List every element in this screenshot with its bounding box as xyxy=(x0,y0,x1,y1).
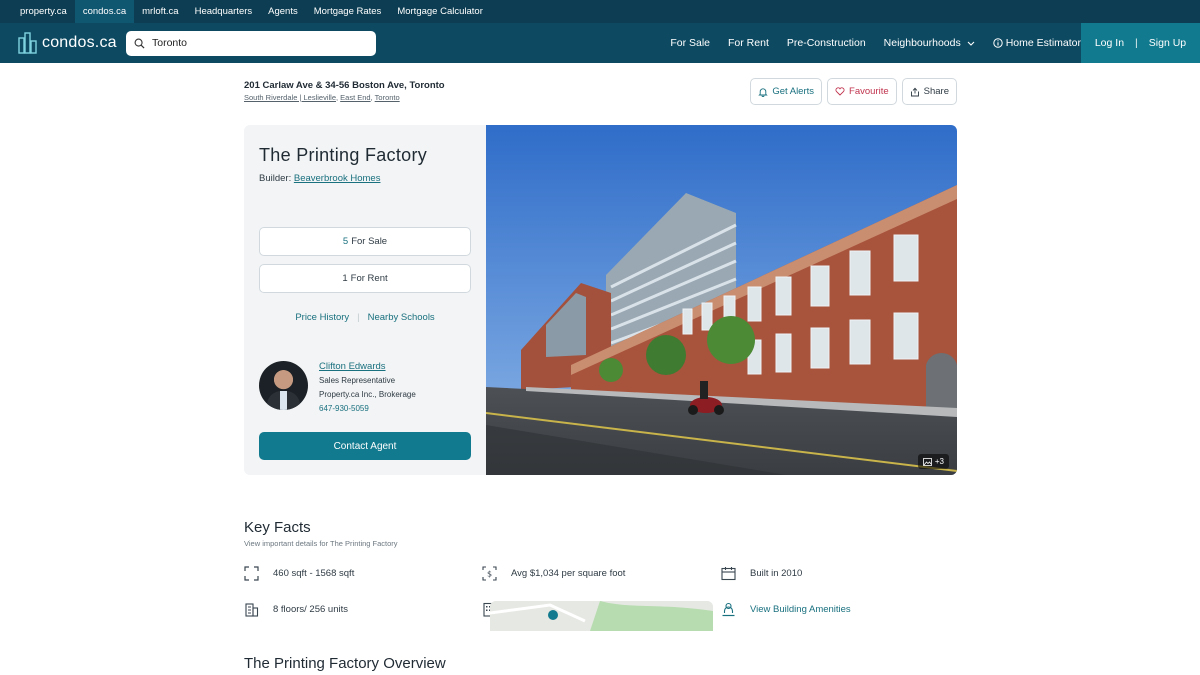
agent-info: Clifton Edwards Sales Representative Pro… xyxy=(319,361,416,413)
svg-text:$: $ xyxy=(487,569,492,578)
for-rent-button[interactable]: 1 For Rent xyxy=(259,264,471,293)
fact-size-value: 460 sqft - 1568 sqft xyxy=(273,567,355,579)
action-buttons: Get Alerts Favourite Share xyxy=(745,78,957,105)
auth-separator: | xyxy=(1135,37,1138,49)
bell-icon xyxy=(758,87,768,97)
for-rent-label: For Rent xyxy=(350,273,388,284)
dimensions-icon xyxy=(244,565,259,581)
building-amenities-link[interactable]: View Building Amenities xyxy=(721,601,957,617)
network-bar: property.ca condos.ca mrloft.ca Headquar… xyxy=(0,0,1200,23)
page-content: 201 Carlaw Ave & 34-56 Boston Ave, Toron… xyxy=(244,63,957,672)
price-history-link[interactable]: Price History xyxy=(295,312,349,323)
favourite-button[interactable]: Favourite xyxy=(827,78,897,105)
agent-brokerage: Property.ca Inc., Brokerage xyxy=(319,390,416,399)
avatar-shirt xyxy=(280,391,287,410)
fact-floors: 8 floors/ 256 units xyxy=(244,601,482,617)
signup-link[interactable]: Sign Up xyxy=(1149,37,1186,49)
calendar-icon xyxy=(721,566,736,580)
heart-icon xyxy=(835,87,845,96)
agent-name-link[interactable]: Clifton Edwards xyxy=(319,361,416,372)
network-link-mortgage-rates[interactable]: Mortgage Rates xyxy=(306,0,390,23)
for-sale-label: For Sale xyxy=(351,236,388,247)
building-summary-panel: The Printing Factory Builder: Beaverbroo… xyxy=(244,125,486,475)
fact-size: 460 sqft - 1568 sqft xyxy=(244,565,482,581)
agent-avatar xyxy=(259,361,308,410)
login-link[interactable]: Log In xyxy=(1095,37,1124,49)
for-sale-count: 5 xyxy=(342,236,349,247)
share-label: Share xyxy=(923,86,949,97)
nav-neighbourhoods[interactable]: Neighbourhoods xyxy=(884,37,975,49)
network-link-agents[interactable]: Agents xyxy=(260,0,306,23)
nav-neighbourhoods-label: Neighbourhoods xyxy=(883,37,961,49)
network-link-property[interactable]: property.ca xyxy=(12,0,75,23)
brand-name: condos.ca xyxy=(42,34,117,51)
fact-built-value: Built in 2010 xyxy=(750,567,803,579)
info-icon xyxy=(993,38,1003,48)
buildings-logo-icon xyxy=(18,32,37,54)
fact-floors-value: 8 floors/ 256 units xyxy=(273,603,348,615)
search-icon xyxy=(134,38,145,49)
building-photo-image xyxy=(486,125,957,475)
builder-line: Builder: Beaverbrook Homes xyxy=(259,173,380,184)
favourite-label: Favourite xyxy=(849,86,889,97)
builder-label: Builder: xyxy=(259,173,292,184)
for-rent-count: 1 xyxy=(342,273,348,284)
breadcrumb-region[interactable]: East End xyxy=(340,93,370,102)
brand-logo[interactable]: condos.ca xyxy=(18,32,126,54)
network-link-condos[interactable]: condos.ca xyxy=(74,0,135,23)
image-gallery-icon xyxy=(922,457,932,466)
address-row: 201 Carlaw Ave & 34-56 Boston Ave, Toron… xyxy=(244,63,957,121)
network-link-mortgage-calculator[interactable]: Mortgage Calculator xyxy=(389,0,491,23)
neighbourhood-map[interactable] xyxy=(490,601,713,631)
quick-links-divider: | xyxy=(357,312,360,323)
search-box[interactable] xyxy=(126,30,376,56)
photo-count-badge[interactable]: +3 xyxy=(917,454,949,469)
building-quick-links: Price History | Nearby Schools xyxy=(244,312,486,323)
agent-phone-link[interactable]: 647-930-5059 xyxy=(319,404,416,413)
builder-link[interactable]: Beaverbrook Homes xyxy=(294,173,381,184)
building-name: The Printing Factory xyxy=(259,145,428,165)
main-nav: condos.ca For Sale For Rent Pre-Construc… xyxy=(0,23,1200,63)
agent-card: Clifton Edwards Sales Representative Pro… xyxy=(259,361,416,413)
building-photo[interactable]: +3 xyxy=(486,125,957,475)
auth-area: Log In | Sign Up xyxy=(1081,23,1200,63)
dollar-square-icon: $ xyxy=(482,565,497,581)
overview-title: The Printing Factory Overview xyxy=(244,655,446,672)
nearby-schools-link[interactable]: Nearby Schools xyxy=(368,312,435,323)
nav-home-estimator[interactable]: Home Estimator xyxy=(993,37,1081,49)
nav-pre-construction[interactable]: Pre-Construction xyxy=(787,37,866,49)
agent-role: Sales Representative xyxy=(319,376,396,385)
nav-home-estimator-label: Home Estimator xyxy=(1005,37,1081,49)
nav-for-sale[interactable]: For Sale xyxy=(670,37,710,49)
map-graphic xyxy=(490,601,713,631)
building-address: 201 Carlaw Ave & 34-56 Boston Ave, Toron… xyxy=(244,80,445,91)
fact-price-psf: $ Avg $1,034 per square foot xyxy=(482,565,721,581)
fact-price-psf-value: Avg $1,034 per square foot xyxy=(511,567,626,579)
search-input[interactable] xyxy=(152,37,352,49)
chevron-down-icon xyxy=(967,41,975,46)
breadcrumb: South Riverdale | Leslieville, East End,… xyxy=(244,93,400,102)
breadcrumb-city[interactable]: Toronto xyxy=(375,93,400,102)
share-icon xyxy=(910,87,919,96)
building-amenities-label: View Building Amenities xyxy=(750,603,851,615)
get-alerts-button[interactable]: Get Alerts xyxy=(750,78,823,105)
breadcrumb-neighbourhood[interactable]: South Riverdale | Leslieville xyxy=(244,93,336,102)
get-alerts-label: Get Alerts xyxy=(772,86,815,97)
concierge-icon xyxy=(722,602,735,616)
photo-count: +3 xyxy=(934,457,944,466)
network-link-headquarters[interactable]: Headquarters xyxy=(187,0,261,23)
building-hero: The Printing Factory Builder: Beaverbroo… xyxy=(244,125,957,475)
network-link-mrloft[interactable]: mrloft.ca xyxy=(134,0,186,23)
building-floors-icon xyxy=(245,602,259,617)
fact-built: Built in 2010 xyxy=(721,565,957,581)
nav-links: For Sale For Rent Pre-Construction Neigh… xyxy=(652,23,1081,63)
for-sale-button[interactable]: 5 For Sale xyxy=(259,227,471,256)
contact-agent-button[interactable]: Contact Agent xyxy=(259,432,471,460)
key-facts-subtitle: View important details for The Printing … xyxy=(244,539,398,548)
nav-for-rent[interactable]: For Rent xyxy=(728,37,769,49)
key-facts-title: Key Facts xyxy=(244,519,311,536)
share-button[interactable]: Share xyxy=(901,78,957,105)
